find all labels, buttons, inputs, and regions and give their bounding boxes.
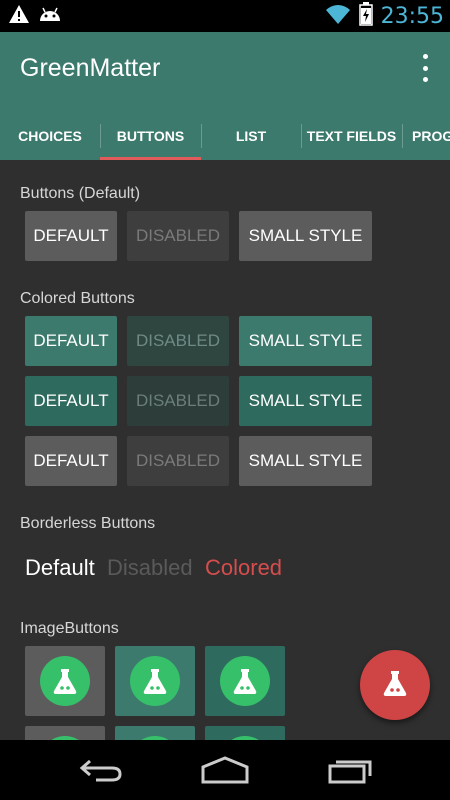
section-title-default-buttons: Buttons (Default)	[20, 185, 141, 202]
flask-icon	[380, 668, 410, 703]
colored-default-button[interactable]: DEFAULT	[25, 436, 117, 486]
tab-text-fields[interactable]: TEXT FIELDS	[301, 112, 402, 160]
flask-icon	[220, 656, 270, 706]
tab-progress[interactable]: PROG	[402, 112, 450, 160]
tab-choices[interactable]: CHOICES	[0, 112, 100, 160]
image-button[interactable]	[25, 646, 105, 716]
colored-small-style-button[interactable]: SMALL STYLE	[239, 436, 372, 486]
image-button[interactable]	[205, 646, 285, 716]
flask-icon	[40, 656, 90, 706]
colored-default-button[interactable]: DEFAULT	[25, 316, 117, 366]
battery-charging-icon	[358, 2, 373, 31]
colored-default-button[interactable]: DEFAULT	[25, 376, 117, 426]
wifi-icon	[325, 3, 351, 30]
home-icon[interactable]	[195, 754, 255, 786]
colored-disabled-button: DISABLED	[127, 376, 229, 426]
image-button[interactable]	[115, 726, 195, 740]
small-style-button[interactable]: SMALL STYLE	[239, 211, 372, 261]
image-button[interactable]	[205, 726, 285, 740]
recents-icon[interactable]	[320, 754, 380, 786]
warning-icon	[8, 4, 30, 29]
floating-action-button[interactable]	[360, 650, 430, 720]
status-bar: 23:55	[0, 0, 450, 32]
borderless-colored-button[interactable]: Colored	[205, 555, 282, 581]
colored-disabled-button: DISABLED	[127, 436, 229, 486]
colored-small-style-button[interactable]: SMALL STYLE	[239, 376, 372, 426]
navigation-bar	[0, 740, 450, 800]
borderless-disabled-button: Disabled	[107, 555, 193, 580]
flask-icon	[130, 656, 180, 706]
colored-small-style-button[interactable]: SMALL STYLE	[239, 316, 372, 366]
tab-bar: CHOICES BUTTONS LIST TEXT FIELDS PROG	[0, 112, 450, 160]
colored-disabled-button: DISABLED	[127, 316, 229, 366]
app-title: GreenMatter	[20, 54, 161, 82]
section-title-borderless-buttons: Borderless Buttons	[20, 515, 156, 532]
section-title-image-buttons: ImageButtons	[20, 620, 119, 637]
tab-buttons[interactable]: BUTTONS	[100, 112, 201, 160]
app-bar: GreenMatter CHOICES BUTTONS LIST TEXT FI…	[0, 32, 450, 160]
default-button[interactable]: DEFAULT	[25, 211, 117, 261]
borderless-default-button[interactable]: Default	[25, 555, 95, 581]
status-time: 23:55	[380, 4, 444, 29]
back-icon[interactable]	[70, 754, 130, 786]
image-button[interactable]	[115, 646, 195, 716]
section-title-colored-buttons: Colored Buttons	[20, 290, 135, 307]
image-button[interactable]	[25, 726, 105, 740]
disabled-button: DISABLED	[127, 211, 229, 261]
overflow-menu-icon[interactable]	[418, 54, 432, 82]
tab-list[interactable]: LIST	[201, 112, 301, 160]
android-icon	[38, 6, 62, 27]
